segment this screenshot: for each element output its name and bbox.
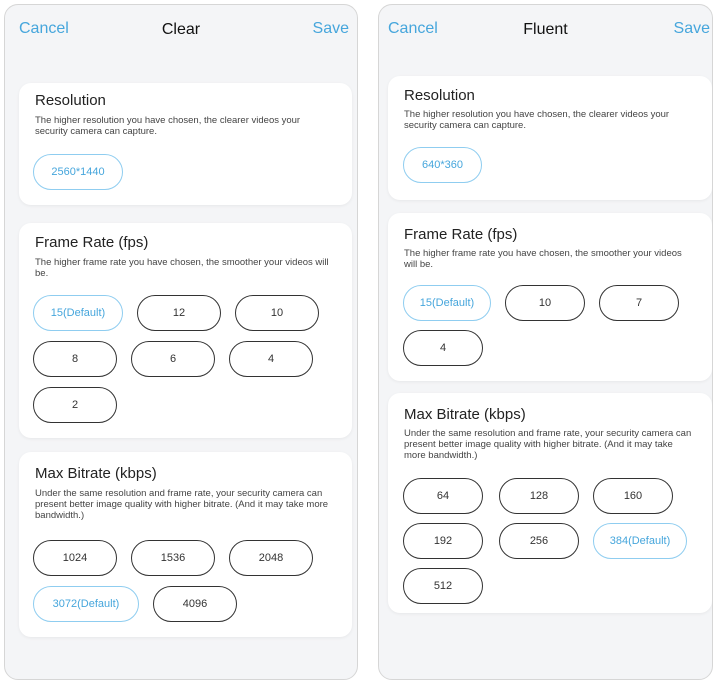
resolution-card: Resolution The higher resolution you hav… bbox=[19, 83, 352, 205]
bitrate-option-128[interactable]: 128 bbox=[499, 478, 579, 514]
fps-option-10[interactable]: 10 bbox=[505, 285, 585, 321]
fps-option-15[interactable]: 15(Default) bbox=[403, 285, 491, 321]
fps-option-15[interactable]: 15(Default) bbox=[33, 295, 123, 331]
fps-option-2[interactable]: 2 bbox=[33, 387, 117, 423]
bitrate-option-1536[interactable]: 1536 bbox=[131, 540, 215, 576]
bitrate-description: Under the same resolution and frame rate… bbox=[404, 428, 692, 461]
frame-rate-title: Frame Rate (fps) bbox=[404, 226, 518, 243]
fps-option-8[interactable]: 8 bbox=[33, 341, 117, 377]
page-title: Clear bbox=[161, 21, 201, 38]
bitrate-option-4096[interactable]: 4096 bbox=[153, 586, 237, 622]
fps-option-6[interactable]: 6 bbox=[131, 341, 215, 377]
fps-option-4[interactable]: 4 bbox=[229, 341, 313, 377]
fps-option-12[interactable]: 12 bbox=[137, 295, 221, 331]
bitrate-option-256[interactable]: 256 bbox=[499, 523, 579, 559]
bitrate-option-1024[interactable]: 1024 bbox=[33, 540, 117, 576]
bitrate-option-2048[interactable]: 2048 bbox=[229, 540, 313, 576]
bitrate-option-512[interactable]: 512 bbox=[403, 568, 483, 604]
nav-bar: Cancel Fluent Save bbox=[379, 5, 712, 57]
fluent-settings-panel: Cancel Fluent Save Resolution The higher… bbox=[378, 4, 713, 680]
bitrate-card: Max Bitrate (kbps) Under the same resolu… bbox=[388, 393, 712, 613]
resolution-option-640x360[interactable]: 640*360 bbox=[403, 147, 482, 183]
bitrate-description: Under the same resolution and frame rate… bbox=[35, 488, 329, 521]
frame-rate-card: Frame Rate (fps) The higher frame rate y… bbox=[388, 213, 712, 381]
bitrate-card: Max Bitrate (kbps) Under the same resolu… bbox=[19, 452, 352, 637]
nav-bar: Cancel Clear Save bbox=[5, 5, 357, 57]
fps-option-7[interactable]: 7 bbox=[599, 285, 679, 321]
fps-option-10[interactable]: 10 bbox=[235, 295, 319, 331]
bitrate-option-64[interactable]: 64 bbox=[403, 478, 483, 514]
save-button[interactable]: Save bbox=[313, 20, 349, 38]
bitrate-option-384[interactable]: 384(Default) bbox=[593, 523, 687, 559]
bitrate-option-3072[interactable]: 3072(Default) bbox=[33, 586, 139, 622]
save-button[interactable]: Save bbox=[674, 20, 710, 38]
clear-settings-panel: Cancel Clear Save Resolution The higher … bbox=[4, 4, 358, 680]
fps-option-4[interactable]: 4 bbox=[403, 330, 483, 366]
frame-rate-title: Frame Rate (fps) bbox=[35, 234, 149, 251]
resolution-card: Resolution The higher resolution you hav… bbox=[388, 76, 712, 200]
frame-rate-description: The higher frame rate you have chosen, t… bbox=[404, 248, 682, 270]
bitrate-title: Max Bitrate (kbps) bbox=[35, 465, 157, 482]
page-title: Fluent bbox=[523, 21, 568, 38]
resolution-title: Resolution bbox=[404, 87, 475, 104]
resolution-description: The higher resolution you have chosen, t… bbox=[35, 115, 301, 137]
bitrate-title: Max Bitrate (kbps) bbox=[404, 406, 526, 423]
resolution-option-2560x1440[interactable]: 2560*1440 bbox=[33, 154, 123, 190]
resolution-title: Resolution bbox=[35, 92, 106, 109]
frame-rate-description: The higher frame rate you have chosen, t… bbox=[35, 257, 329, 279]
bitrate-option-160[interactable]: 160 bbox=[593, 478, 673, 514]
frame-rate-card: Frame Rate (fps) The higher frame rate y… bbox=[19, 223, 352, 438]
bitrate-option-192[interactable]: 192 bbox=[403, 523, 483, 559]
resolution-description: The higher resolution you have chosen, t… bbox=[404, 109, 670, 131]
